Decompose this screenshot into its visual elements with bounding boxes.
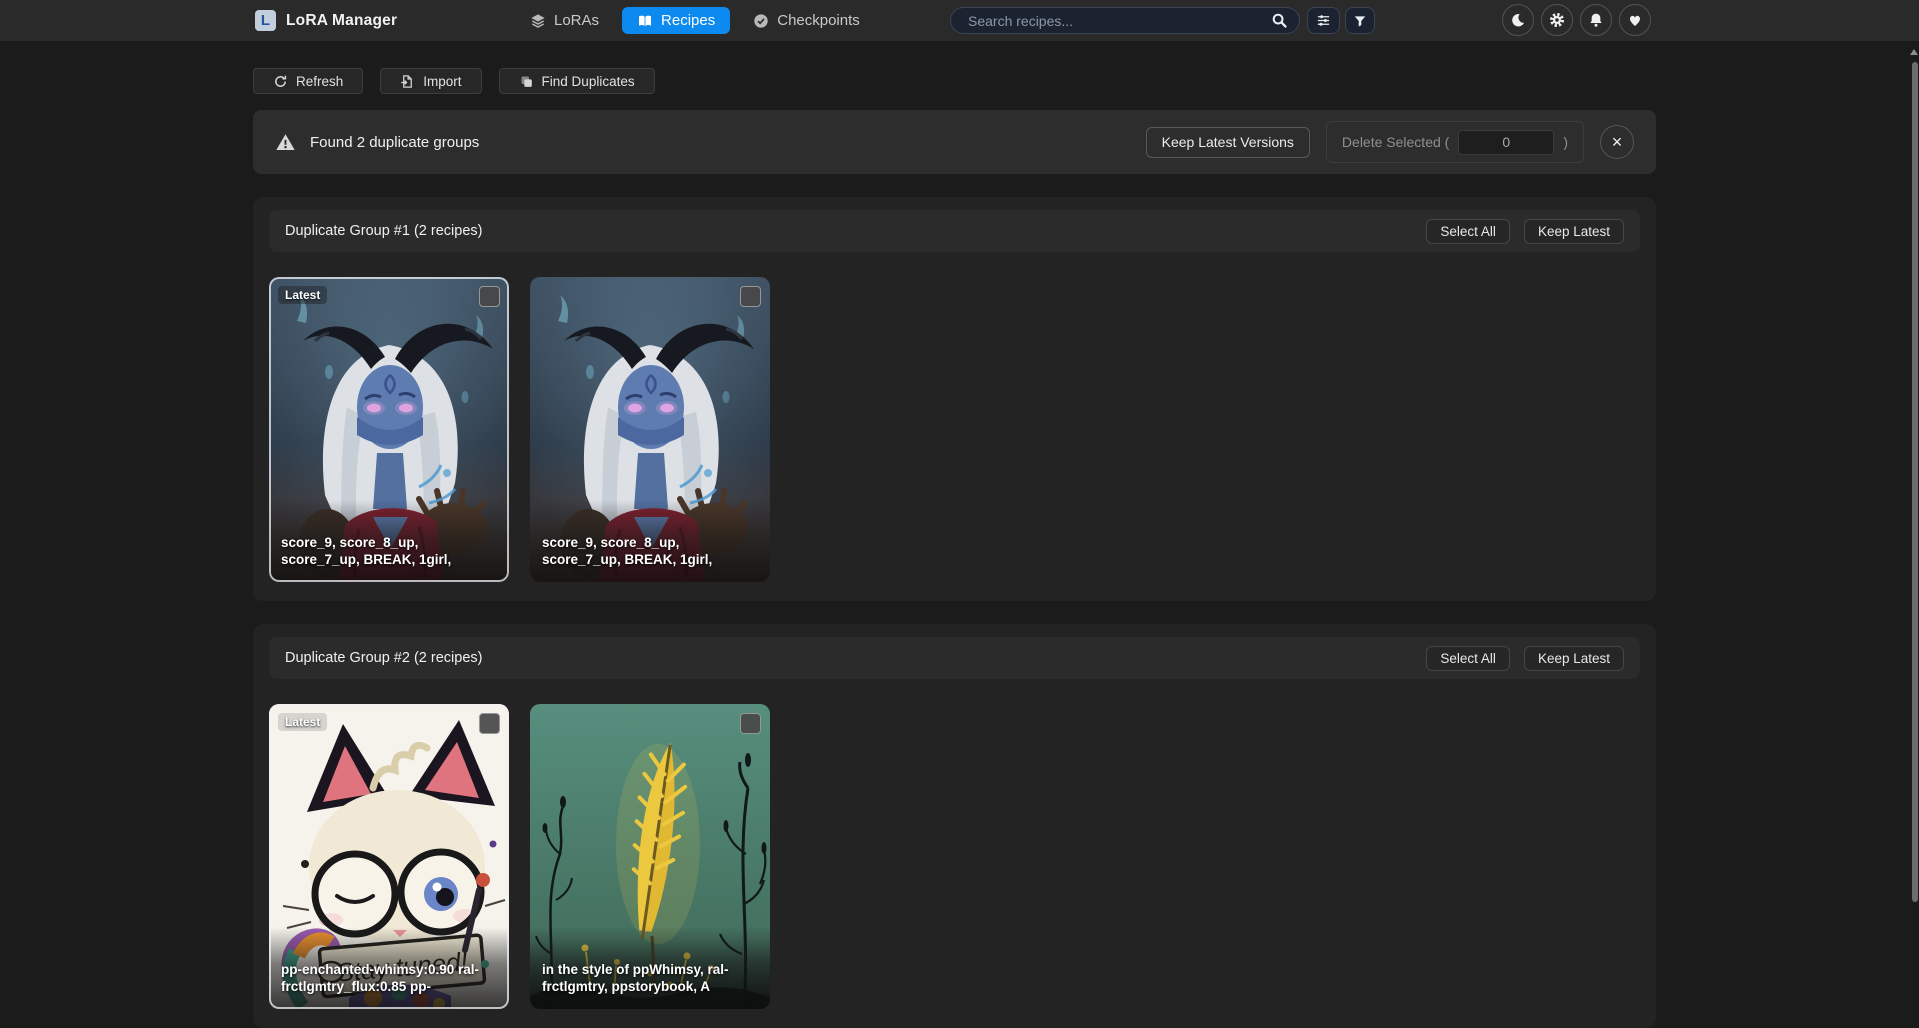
- brand: L LoRA Manager: [255, 0, 397, 41]
- filter-sliders-button[interactable]: [1307, 7, 1340, 34]
- close-icon[interactable]: ×: [1600, 125, 1634, 159]
- import-button[interactable]: Import: [380, 68, 481, 94]
- prompt-overlay: score_9, score_8_up, score_7_up, BREAK, …: [269, 500, 509, 582]
- app-logo-icon: L: [255, 10, 276, 31]
- prompt-text: score_9, score_8_up, score_7_up, BREAK, …: [281, 534, 497, 569]
- scrollbar-up-arrow[interactable]: [1910, 49, 1918, 55]
- search-icon[interactable]: [1271, 12, 1288, 29]
- nav-tab-recipes[interactable]: Recipes: [622, 7, 730, 34]
- import-icon: [400, 74, 415, 89]
- group-header: Duplicate Group #1 (2 recipes) Select Al…: [269, 210, 1640, 252]
- main-content: Refresh Import Find Duplicates: [253, 41, 1656, 1028]
- prompt-overlay: score_9, score_8_up, score_7_up, BREAK, …: [530, 500, 770, 582]
- nav-tab-label: Recipes: [661, 12, 715, 29]
- prompt-text: pp-enchanted-whimsy:0.90 ral-frctlgmtry_…: [281, 961, 497, 996]
- group-title: Duplicate Group #2 (2 recipes): [285, 650, 482, 666]
- group-actions: Select All Keep Latest: [1426, 646, 1624, 671]
- banner-message-wrap: Found 2 duplicate groups: [275, 132, 479, 153]
- duplicate-group-1: Duplicate Group #1 (2 recipes) Select Al…: [253, 197, 1656, 601]
- bell-icon: [1588, 12, 1604, 28]
- find-duplicates-button[interactable]: Find Duplicates: [499, 68, 655, 94]
- prompt-overlay: pp-enchanted-whimsy:0.90 ral-frctlgmtry_…: [269, 927, 509, 1009]
- gear-icon: [1549, 12, 1565, 28]
- delete-selected-suffix: ): [1563, 134, 1568, 150]
- group-cards: Latest pp-enchanted-whimsy:0.90 ral-frct…: [269, 704, 1640, 1009]
- duplicate-group-2: Duplicate Group #2 (2 recipes) Select Al…: [253, 624, 1656, 1028]
- latest-badge: Latest: [278, 286, 327, 304]
- latest-badge: Latest: [278, 713, 327, 731]
- duplicates-banner: Found 2 duplicate groups Keep Latest Ver…: [253, 110, 1656, 174]
- settings-button[interactable]: [1541, 4, 1573, 36]
- delete-selected-button[interactable]: Delete Selected ( ): [1326, 121, 1584, 163]
- recipe-checkbox[interactable]: [479, 713, 500, 734]
- toolbar: Refresh Import Find Duplicates: [253, 68, 1656, 94]
- recipe-card[interactable]: in the style of ppWhimsy, ral-frctlgmtry…: [530, 704, 770, 1009]
- import-label: Import: [423, 74, 461, 89]
- delete-selected-prefix: Delete Selected (: [1342, 134, 1449, 150]
- group-actions: Select All Keep Latest: [1426, 219, 1624, 244]
- recipe-card[interactable]: score_9, score_8_up, score_7_up, BREAK, …: [530, 277, 770, 582]
- moon-icon: [1510, 12, 1526, 28]
- scrollbar-thumb[interactable]: [1912, 62, 1918, 902]
- select-all-button[interactable]: Select All: [1426, 646, 1510, 671]
- keep-latest-button[interactable]: Keep Latest: [1524, 646, 1624, 671]
- group-header: Duplicate Group #2 (2 recipes) Select Al…: [269, 637, 1640, 679]
- funnel-icon: [1353, 14, 1367, 28]
- selected-count-input[interactable]: [1458, 130, 1554, 155]
- search-input[interactable]: [966, 12, 1271, 30]
- refresh-label: Refresh: [296, 74, 343, 89]
- banner-actions: Keep Latest Versions Delete Selected ( )…: [1146, 121, 1634, 163]
- select-all-button[interactable]: Select All: [1426, 219, 1510, 244]
- prompt-overlay: in the style of ppWhimsy, ral-frctlgmtry…: [530, 927, 770, 1009]
- notifications-button[interactable]: [1580, 4, 1612, 36]
- book-icon: [637, 13, 653, 29]
- navbar-actions: [1502, 4, 1651, 36]
- group-cards: Latest score_9, score_8_up, score_7_up, …: [269, 277, 1640, 582]
- find-duplicates-label: Find Duplicates: [542, 74, 635, 89]
- banner-message: Found 2 duplicate groups: [310, 134, 479, 151]
- nav-tab-loras[interactable]: LoRAs: [520, 7, 609, 34]
- keep-latest-button[interactable]: Keep Latest: [1524, 219, 1624, 244]
- recipe-card[interactable]: Latest score_9, score_8_up, score_7_up, …: [269, 277, 509, 582]
- filter-funnel-button[interactable]: [1345, 7, 1375, 34]
- nav-tab-label: Checkpoints: [777, 12, 860, 29]
- nav-tab-label: LoRAs: [554, 12, 599, 29]
- keep-latest-versions-button[interactable]: Keep Latest Versions: [1146, 127, 1310, 158]
- scrollbar[interactable]: [1910, 41, 1919, 993]
- main-nav: LoRAs Recipes Checkpoints: [520, 0, 870, 41]
- heart-icon: [1627, 12, 1643, 28]
- layers-icon: [530, 13, 546, 29]
- app-logo-letter: L: [261, 12, 270, 29]
- warning-icon: [275, 132, 296, 153]
- group-title: Duplicate Group #1 (2 recipes): [285, 223, 482, 239]
- prompt-text: score_9, score_8_up, score_7_up, BREAK, …: [542, 534, 758, 569]
- prompt-text: in the style of ppWhimsy, ral-frctlgmtry…: [542, 961, 758, 996]
- refresh-button[interactable]: Refresh: [253, 68, 363, 94]
- recipe-checkbox[interactable]: [479, 286, 500, 307]
- refresh-icon: [273, 74, 288, 89]
- copy-icon: [519, 74, 534, 89]
- check-circle-icon: [753, 13, 769, 29]
- support-button[interactable]: [1619, 4, 1651, 36]
- recipe-checkbox[interactable]: [740, 286, 761, 307]
- theme-toggle-button[interactable]: [1502, 4, 1534, 36]
- top-navbar: L LoRA Manager LoRAs Recipes Checkpo: [0, 0, 1919, 41]
- recipe-checkbox[interactable]: [740, 713, 761, 734]
- recipe-card[interactable]: Latest pp-enchanted-whimsy:0.90 ral-frct…: [269, 704, 509, 1009]
- nav-tab-checkpoints[interactable]: Checkpoints: [743, 7, 870, 34]
- search-box: [950, 7, 1300, 34]
- app-title: LoRA Manager: [286, 12, 397, 30]
- sliders-icon: [1316, 13, 1331, 28]
